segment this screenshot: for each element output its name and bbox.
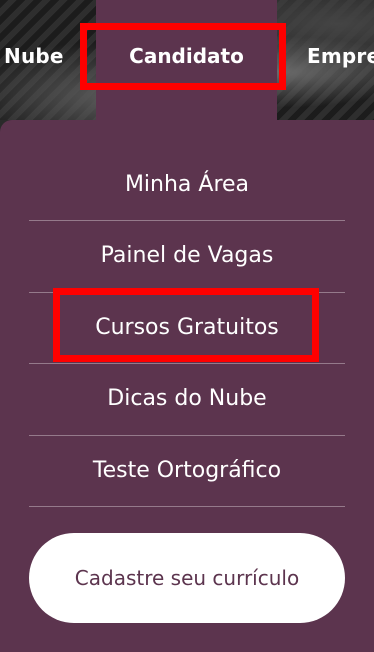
nav-item-nube[interactable]: Nube [4,44,64,68]
menu-item-dicas-do-nube[interactable]: Dicas do Nube [29,364,345,436]
menu-item-minha-area[interactable]: Minha Área [29,120,345,221]
cadastre-curriculo-button[interactable]: Cadastre seu currículo [29,533,345,623]
menu-item-painel-de-vagas[interactable]: Painel de Vagas [29,221,345,293]
highlight-box-cursos-gratuitos [53,288,319,362]
menu-item-teste-ortografico[interactable]: Teste Ortográfico [29,436,345,507]
nav-item-empresa[interactable]: Empre [307,44,374,68]
highlight-box-candidato [80,23,286,90]
